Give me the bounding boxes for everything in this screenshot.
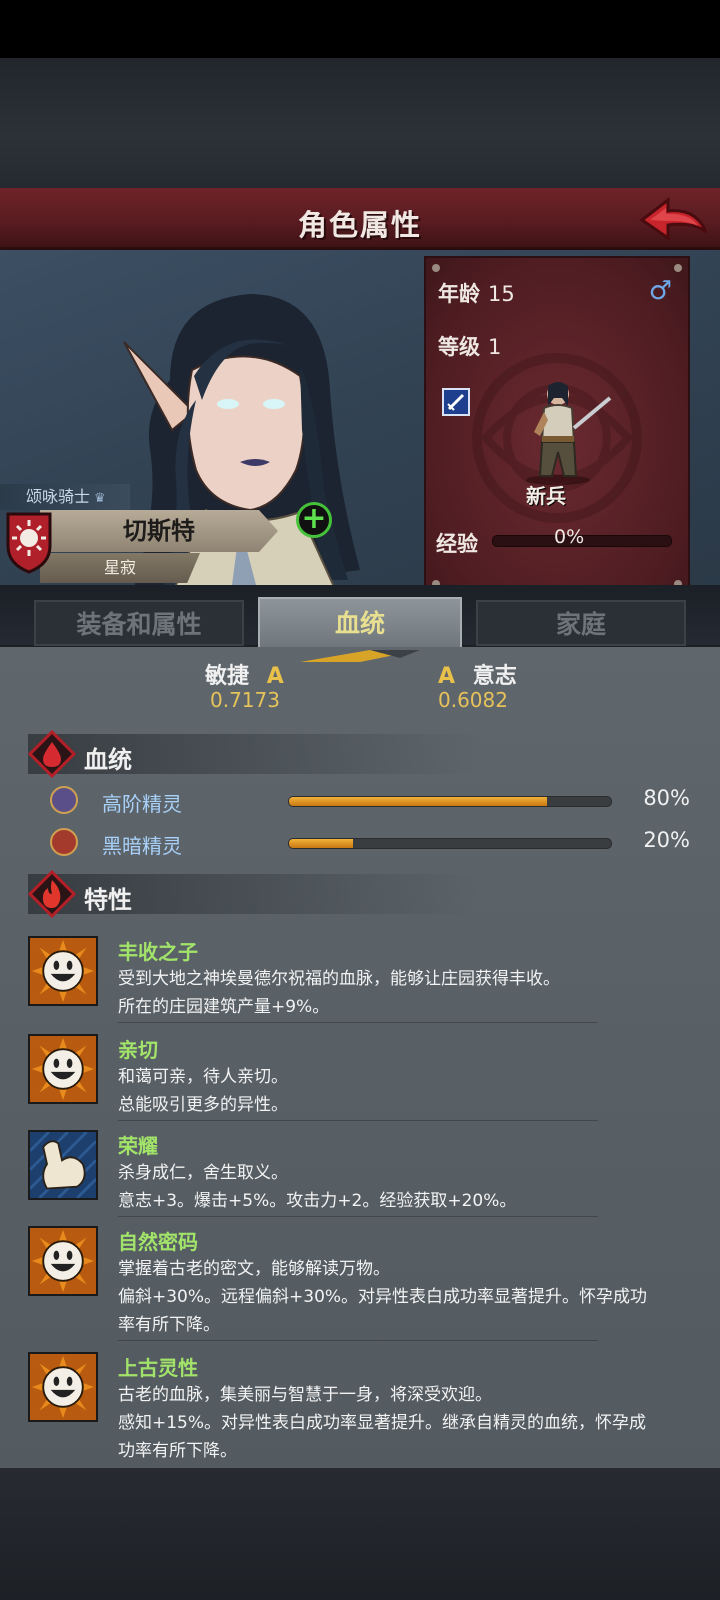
title-bar: 角色属性	[0, 188, 720, 250]
sun-crest-icon	[6, 512, 52, 574]
back-button[interactable]	[638, 194, 710, 244]
stat-left-grade: A	[266, 664, 284, 689]
bloodline-percent: 20%	[643, 828, 690, 852]
tab-bloodline[interactable]: 血统	[258, 597, 462, 649]
divider	[118, 1216, 598, 1217]
recruit-figure	[526, 382, 612, 485]
exp-value: 0%	[554, 526, 585, 548]
dominance-indicator	[300, 650, 420, 662]
background-bottom	[0, 1468, 720, 1600]
tab-family[interactable]: 家庭	[476, 600, 686, 646]
tab-equipment[interactable]: 装备和属性	[34, 600, 244, 646]
bloodline-header: 血统	[28, 730, 478, 778]
trait-effect: 所在的庄园建筑产量+9%。	[118, 997, 330, 1017]
flexed-arm-icon	[28, 1130, 98, 1200]
trait-effect: 总能吸引更多的异性。	[118, 1095, 288, 1115]
trait-effect: 功率有所下降。	[118, 1441, 237, 1461]
trait-description: 掌握着古老的密文，能够解读万物。	[118, 1259, 390, 1279]
bloodline-title: 血统	[84, 746, 132, 774]
high-elf-icon	[50, 786, 78, 814]
age-label: 年龄	[438, 282, 480, 306]
age-value: 15	[488, 282, 515, 306]
smiley-sun-icon	[28, 1352, 98, 1422]
bloodline-bar-fill	[289, 839, 354, 848]
stat-left-value: 0.7173	[210, 688, 280, 712]
trait-name: 上古灵性	[118, 1356, 198, 1380]
flame-icon	[28, 870, 76, 918]
page-title: 角色属性	[297, 208, 422, 242]
bloodline-name: 黑暗精灵	[102, 834, 182, 858]
divider	[118, 1340, 598, 1341]
bloodline-percent: 80%	[643, 786, 690, 810]
male-icon: ♂	[648, 276, 672, 306]
traits-header: 特性	[28, 870, 478, 918]
bloodline-row: 黑暗精灵 20%	[50, 828, 690, 860]
unit-class-label: 新兵	[526, 484, 566, 508]
trait-name: 自然密码	[118, 1230, 198, 1254]
trait-description: 古老的血脉，集美丽与智慧于一身，将深受欢迎。	[118, 1385, 492, 1405]
bloodline-name: 高阶精灵	[102, 792, 182, 816]
trait-name: 丰收之子	[118, 940, 198, 964]
divider	[118, 1022, 598, 1023]
exp-label: 经验	[436, 532, 478, 556]
smiley-sun-icon	[28, 1034, 98, 1104]
blood-drop-icon	[28, 730, 76, 778]
crown-icon: ♛	[94, 491, 106, 506]
stat-right-grade: A	[438, 664, 456, 689]
trait-description: 和蔼可亲，待人亲切。	[118, 1067, 288, 1087]
character-name: 切斯特	[40, 510, 278, 552]
title-badge-label: 颂咏骑士	[26, 487, 91, 506]
background-top	[0, 58, 720, 188]
trait-effect: 偏斜+30%。远程偏斜+30%。对异性表白成功率显著提升。怀孕成功	[118, 1287, 648, 1307]
level-value: 1	[488, 335, 502, 359]
stat-right-name: 意志	[472, 664, 517, 689]
smiley-sun-icon	[28, 936, 98, 1006]
trait-description: 杀身成仁，舍生取义。	[118, 1163, 288, 1183]
trait-name: 荣耀	[118, 1134, 158, 1158]
bloodline-bar-fill	[289, 797, 547, 806]
stat-left: 敏捷 A	[205, 658, 284, 690]
back-arrow-icon	[639, 196, 708, 241]
character-epithet: 星寂	[40, 553, 200, 583]
bloodline-bar	[288, 838, 612, 849]
level-label: 等级	[438, 335, 480, 359]
trait-name: 亲切	[118, 1038, 158, 1062]
stat-right: A 意志	[438, 658, 517, 690]
divider	[118, 1120, 598, 1121]
trait-effect: 率有所下降。	[118, 1315, 220, 1335]
info-panel: 年龄 15 ♂ 等级 1 新兵 经验 0%	[424, 256, 690, 596]
stat-left-name: 敏捷	[205, 664, 250, 689]
status-bar-area	[0, 0, 720, 58]
bloodline-bar	[288, 796, 612, 807]
trait-description: 受到大地之神埃曼德尔祝福的血脉，能够让庄园获得丰收。	[118, 969, 560, 989]
stat-right-value: 0.6082	[438, 688, 508, 712]
trait-effect: 意志+3。爆击+5%。攻击力+2。经验获取+20%。	[118, 1191, 517, 1211]
title-badge: 颂咏骑士 ♛	[0, 484, 130, 510]
sword-icon[interactable]	[442, 388, 470, 416]
trait-effect: 感知+15%。对异性表白成功率显著提升。继承自精灵的血统，怀孕成	[118, 1413, 647, 1433]
traits-title: 特性	[84, 886, 132, 914]
smiley-sun-icon	[28, 1226, 98, 1296]
age-row: 年龄 15	[438, 278, 515, 308]
add-button[interactable]: +	[296, 502, 332, 538]
level-row: 等级 1	[438, 331, 501, 361]
dark-elf-icon	[50, 828, 78, 856]
bloodline-row: 高阶精灵 80%	[50, 786, 690, 818]
